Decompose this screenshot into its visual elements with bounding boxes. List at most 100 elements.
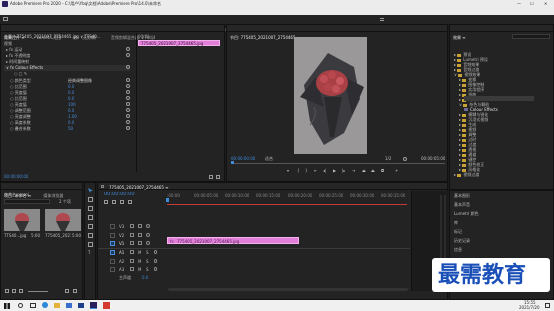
play-button[interactable]: ▶ (333, 168, 336, 173)
eye-icon[interactable] (146, 233, 150, 237)
effect-param-dropdown[interactable]: 经典调整图像 (68, 78, 92, 83)
add-marker-icon[interactable] (120, 200, 124, 204)
lock-icon[interactable] (130, 233, 134, 237)
minimize-button[interactable]: — (517, 1, 521, 6)
eye-icon[interactable] (146, 241, 150, 245)
source-patch-toggle[interactable] (110, 224, 115, 229)
panel-essential-graphics[interactable]: 基本图形 (454, 193, 470, 198)
hand-tool-icon[interactable] (88, 242, 93, 247)
effect-param-value[interactable]: 100 (68, 102, 76, 107)
linked-selection-icon[interactable] (112, 200, 116, 204)
panel-markers[interactable]: 标记 (454, 229, 462, 234)
slip-tool-icon[interactable] (88, 224, 93, 229)
panel-lumetri-color[interactable]: Lumetri 颜色 (454, 211, 479, 216)
icon-view-icon[interactable] (19, 289, 23, 293)
reset-icon[interactable] (126, 65, 130, 69)
panel-history[interactable]: 历史记录 (454, 238, 470, 243)
source-patch-toggle[interactable] (110, 233, 115, 238)
reset-icon[interactable] (126, 84, 130, 88)
panel-info[interactable]: 信息 (454, 247, 462, 252)
effect-param-value[interactable]: 0.0 (68, 84, 74, 89)
effect-param-value[interactable]: 0.0 (68, 108, 74, 113)
project-thumbnail[interactable] (45, 209, 81, 231)
microphone-icon[interactable] (154, 267, 157, 271)
lift-button[interactable]: ⏏ (362, 168, 366, 173)
wrench-icon[interactable] (128, 200, 132, 204)
reset-icon[interactable] (126, 114, 130, 118)
reset-icon[interactable] (126, 102, 130, 106)
effect-controls-timecode[interactable]: 00:00:00:00 (4, 174, 28, 179)
effect-row-mask-tools[interactable]: ○ □ ✎ (4, 71, 130, 77)
notification-icon[interactable] (545, 303, 550, 308)
mute-button[interactable]: M (138, 250, 141, 255)
ripple-edit-tool-icon[interactable] (88, 206, 93, 211)
lock-icon[interactable] (5, 289, 9, 293)
mute-button[interactable]: M (138, 267, 141, 272)
effect-param-value[interactable]: 1.00 (68, 114, 77, 119)
step-forward-button[interactable]: |▸ (342, 168, 345, 173)
go-to-out-button[interactable]: ⇥ (352, 168, 355, 173)
reset-icon[interactable] (126, 47, 130, 51)
reset-icon[interactable] (126, 53, 130, 57)
track-select-tool-icon[interactable] (88, 197, 93, 202)
source-patch-toggle[interactable] (110, 267, 115, 272)
playhead-marker[interactable] (166, 198, 169, 202)
effect-param-value[interactable]: 0.0 (68, 96, 74, 101)
fit-dropdown[interactable]: 适合 (265, 156, 273, 161)
mark-in-button[interactable]: { (297, 168, 300, 173)
project-thumbnail[interactable] (4, 209, 40, 231)
source-patch-toggle[interactable] (110, 250, 115, 255)
new-item-icon[interactable] (65, 289, 69, 293)
solo-button[interactable]: S (146, 259, 149, 264)
effect-controls-clip-bar[interactable]: 775405_2021007_2754465.jpg (138, 40, 220, 46)
effects-search-input[interactable] (512, 34, 550, 39)
sync-lock-icon[interactable] (138, 241, 142, 245)
reset-icon[interactable] (126, 120, 130, 124)
solo-button[interactable]: S (146, 267, 149, 272)
project-search-input[interactable] (4, 199, 50, 204)
premiere-taskbar-icon[interactable] (90, 302, 97, 309)
edge-browser-icon[interactable] (42, 302, 48, 308)
program-monitor-title[interactable]: 节目: 775405_2021007_2754465 ≡ (230, 35, 300, 40)
playhead-icon[interactable] (231, 161, 234, 164)
work-area-bar[interactable] (167, 204, 407, 205)
effect-param-value[interactable]: 0.0 (68, 120, 74, 125)
media-player-icon[interactable] (78, 303, 84, 308)
sequence-tab[interactable]: 775405_2021007_2754465 ≡ (109, 185, 169, 190)
lock-icon[interactable] (130, 250, 134, 254)
sync-lock-icon[interactable] (138, 224, 142, 228)
microphone-icon[interactable] (154, 250, 157, 254)
reset-icon[interactable] (126, 96, 130, 100)
resolution-dropdown[interactable]: 1/2 (385, 156, 391, 161)
add-button[interactable]: + (395, 168, 398, 173)
timeline-clip-v1[interactable]: fx 775405_2021007_2754465.jpg (167, 237, 299, 244)
effect-param-value[interactable]: 0.0 (68, 90, 74, 95)
close-sequence-icon[interactable] (101, 185, 104, 188)
maximize-button[interactable]: ☐ (530, 1, 534, 6)
eye-icon[interactable] (146, 224, 150, 228)
pen-tool-icon[interactable] (88, 233, 93, 238)
extract-button[interactable]: ⏏ (371, 168, 375, 173)
mark-out-button[interactable]: } (305, 168, 308, 173)
mute-button[interactable]: M (138, 259, 141, 264)
program-preview-image[interactable] (294, 37, 367, 154)
zoom-slider[interactable] (28, 291, 48, 292)
search-icon[interactable] (18, 303, 23, 308)
timeline-scrollbar[interactable] (168, 288, 408, 291)
trash-icon[interactable] (73, 289, 77, 293)
mask-tools[interactable]: ○ □ ✎ (14, 71, 27, 76)
reset-icon[interactable] (126, 90, 130, 94)
snap-icon[interactable] (104, 200, 108, 204)
razor-tool-icon[interactable] (88, 215, 93, 220)
file-explorer-icon[interactable] (54, 303, 60, 308)
effect-param-row[interactable]: ○ 叠合系数 50 (4, 126, 130, 132)
effect-controls-clip-path[interactable]: 主要 * 775405_2021007_2754465.jpg ∨ TTS40.… (4, 34, 132, 39)
panel-libraries[interactable]: 库 (454, 220, 458, 225)
export-frame-button[interactable]: ◘ (381, 168, 384, 173)
panel-essential-sound[interactable]: 基本声音 (454, 202, 470, 207)
reset-icon[interactable] (126, 78, 130, 82)
source-patch-toggle[interactable] (110, 259, 115, 264)
selection-tool-icon[interactable] (88, 188, 93, 193)
filter-icon[interactable] (209, 175, 213, 179)
lock-icon[interactable] (130, 241, 134, 245)
